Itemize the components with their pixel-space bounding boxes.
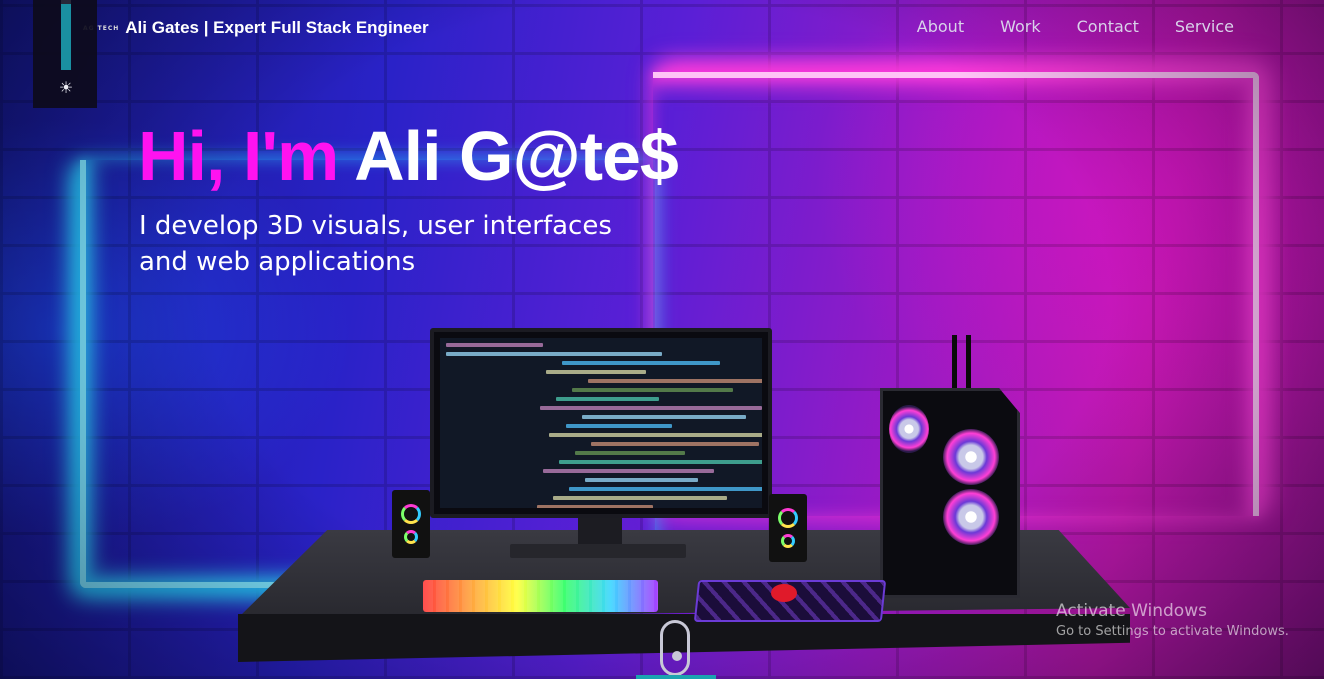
code-line [584,478,698,482]
code-line [591,442,759,446]
pc-tower [880,388,1020,598]
code-line [536,505,653,508]
scroll-accent-bar [636,675,716,679]
keyboard [423,580,658,612]
brand-name: Ali Gates | Expert Full Stack Engineer [125,18,429,37]
windows-activation-watermark: Activate Windows Go to Settings to activ… [1056,600,1289,642]
speaker-left [392,490,430,558]
code-line [552,496,727,500]
code-line [568,487,762,491]
antenna [952,335,957,393]
watermark-title: Activate Windows [1056,601,1207,621]
hero-title: Hi, I'm Ali G@te$ [138,117,679,195]
brightness-control: ☀ [33,0,97,108]
speaker-ring [401,504,421,524]
code-line [555,397,659,401]
fan-icon [943,489,999,545]
monitor [430,328,772,518]
code-line [446,352,663,356]
navbar: AG TECH Ali Gates | Expert Full Stack En… [0,0,1324,56]
code-line [543,469,714,473]
scroll-dot [672,651,682,661]
code-editor-screen [440,338,762,508]
speaker-right [769,494,807,562]
brightness-slider[interactable] [61,0,71,70]
brightness-slider-fill [61,3,71,70]
code-line [588,379,762,383]
speaker-ring [404,530,418,544]
fan-icon [943,429,999,485]
brand[interactable]: AG TECH Ali Gates | Expert Full Stack En… [83,18,429,38]
code-line [539,406,762,410]
code-line [546,370,647,374]
code-line [565,424,672,428]
hero-subtitle: I develop 3D visuals, user interfaces an… [139,211,612,277]
antenna [966,335,971,393]
mouse [771,584,797,602]
speaker-ring [781,534,795,548]
sun-icon[interactable]: ☀ [57,79,75,97]
code-line [549,433,762,437]
hero-greeting: Hi, I'm [138,117,355,195]
code-line [575,451,685,455]
nav-link-work[interactable]: Work [1000,17,1041,36]
code-line [559,460,762,464]
hero-name: Ali G@te$ [354,117,679,195]
nav-link-about[interactable]: About [917,17,964,36]
code-line [562,361,721,365]
speaker-ring [778,508,798,528]
nav-link-service[interactable]: Service [1175,17,1234,36]
monitor-stand-base [510,544,686,558]
watermark-subtitle: Go to Settings to activate Windows. [1056,624,1289,639]
nav-link-contact[interactable]: Contact [1077,17,1139,36]
fan-icon [889,405,929,453]
hero-background [0,0,1324,679]
code-line [446,343,544,347]
nav-links: About Work Contact Service [917,17,1234,36]
scroll-mouse-icon[interactable] [660,620,690,676]
code-line [581,415,746,419]
code-line [572,388,734,392]
